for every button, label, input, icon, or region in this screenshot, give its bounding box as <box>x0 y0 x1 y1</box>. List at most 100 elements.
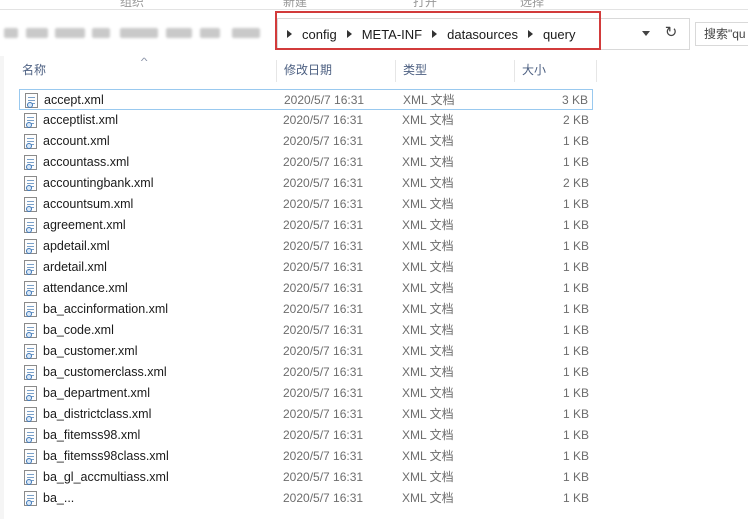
column-size[interactable]: 大小 <box>522 56 546 84</box>
file-name: ba_fitemss98class.xml <box>43 449 169 463</box>
file-row[interactable]: accountingbank.xml 2020/5/7 16:31 XML 文档 2 … <box>19 173 593 194</box>
ribbon-organize[interactable]: 组织 <box>120 0 144 9</box>
blurred-path <box>0 22 270 46</box>
crumb-datasources[interactable]: datasources <box>442 27 523 42</box>
file-row[interactable]: ba_accinformation.xml 2020/5/7 16:31 XML 文… <box>19 299 593 320</box>
refresh-icon[interactable]: ↻ <box>660 22 682 44</box>
file-row[interactable]: attendance.xml 2020/5/7 16:31 XML 文档 1 KB <box>19 278 593 299</box>
xml-file-icon <box>24 323 37 338</box>
file-row[interactable]: agreement.xml 2020/5/7 16:31 XML 文档 1 KB <box>19 215 593 236</box>
file-type: XML 文档 <box>402 134 454 148</box>
file-date: 2020/5/7 16:31 <box>283 449 364 463</box>
column-divider[interactable] <box>276 60 277 82</box>
file-type: XML 文档 <box>402 302 454 316</box>
file-name: ba_districtclass.xml <box>43 407 152 421</box>
file-date: 2020/5/7 16:31 <box>283 197 364 211</box>
chevron-right-icon[interactable] <box>287 30 292 38</box>
ribbon: 组织 新建 打开 选择 <box>0 0 748 10</box>
file-type: XML 文档 <box>402 176 454 190</box>
file-date: 2020/5/7 16:31 <box>283 113 364 127</box>
file-type: XML 文档 <box>402 449 454 463</box>
crumb-query[interactable]: query <box>538 27 581 42</box>
chevron-right-icon[interactable] <box>346 30 352 38</box>
file-size: 3 KB <box>561 93 588 107</box>
file-name: acceptlist.xml <box>43 113 119 127</box>
file-type: XML 文档 <box>402 428 454 442</box>
file-name: attendance.xml <box>43 281 128 295</box>
file-size: 2 KB <box>562 176 589 190</box>
file-date: 2020/5/7 16:31 <box>283 407 364 421</box>
file-size: 1 KB <box>562 302 589 316</box>
file-size: 1 KB <box>562 470 589 484</box>
file-size: 1 KB <box>562 323 589 337</box>
file-date: 2020/5/7 16:31 <box>283 260 364 274</box>
file-row[interactable]: accept.xml 2020/5/7 16:31 XML 文档 3 KB <box>19 89 593 110</box>
file-row[interactable]: accountass.xml 2020/5/7 16:31 XML 文档 1 KB <box>19 152 593 173</box>
file-row[interactable]: ba_gl_accmultiass.xml 2020/5/7 16:31 XML 文… <box>19 467 593 488</box>
column-header: ^ 名称 修改日期 类型 大小 <box>0 56 748 84</box>
file-row[interactable]: accountsum.xml 2020/5/7 16:31 XML 文档 1 KB <box>19 194 593 215</box>
file-name: accountsum.xml <box>43 197 134 211</box>
file-row[interactable]: ba_fitemss98.xml 2020/5/7 16:31 XML 文档 1 KB <box>19 425 593 446</box>
xml-file-icon <box>24 134 37 149</box>
xml-file-icon <box>24 428 37 443</box>
file-row[interactable]: ardetail.xml 2020/5/7 16:31 XML 文档 1 KB <box>19 257 593 278</box>
file-size: 1 KB <box>562 134 589 148</box>
column-divider[interactable] <box>395 60 396 82</box>
crumb-meta-inf[interactable]: META-INF <box>357 27 427 42</box>
file-date: 2020/5/7 16:31 <box>283 176 364 190</box>
xml-file-icon <box>24 449 37 464</box>
chevron-right-icon[interactable] <box>527 30 533 38</box>
file-type: XML 文档 <box>402 260 454 274</box>
file-name: accept.xml <box>44 93 104 107</box>
file-name: ba_customer.xml <box>43 344 138 358</box>
file-name: ba_accinformation.xml <box>43 302 169 316</box>
file-date: 2020/5/7 16:31 <box>283 365 364 379</box>
xml-file-icon <box>24 260 37 275</box>
file-name: ardetail.xml <box>43 260 107 274</box>
file-type: XML 文档 <box>403 93 455 107</box>
xml-file-icon <box>24 470 37 485</box>
chevron-down-icon <box>642 30 650 36</box>
file-row[interactable]: ba_customerclass.xml 2020/5/7 16:31 XML 文档… <box>19 362 593 383</box>
file-row[interactable]: ba_code.xml 2020/5/7 16:31 XML 文档 1 KB <box>19 320 593 341</box>
file-size: 1 KB <box>562 155 589 169</box>
xml-file-icon <box>24 281 37 296</box>
crumb-config[interactable]: config <box>297 27 342 42</box>
file-row[interactable]: ba_fitemss98class.xml 2020/5/7 16:31 XML 文… <box>19 446 593 467</box>
search-input[interactable]: 搜索"qu <box>695 22 748 46</box>
address-dropdown-button[interactable] <box>636 22 656 44</box>
file-type: XML 文档 <box>402 281 454 295</box>
ribbon-new[interactable]: 新建 <box>283 0 307 9</box>
column-name[interactable]: 名称 <box>22 56 46 84</box>
nav-pane-edge <box>0 56 4 519</box>
file-row[interactable]: ba_customer.xml 2020/5/7 16:31 XML 文档 1 KB <box>19 341 593 362</box>
sort-up-icon: ^ <box>140 56 148 66</box>
file-size: 1 KB <box>562 449 589 463</box>
column-date[interactable]: 修改日期 <box>284 56 332 84</box>
xml-file-icon <box>24 113 37 128</box>
file-row[interactable]: ba_districtclass.xml 2020/5/7 16:31 XML 文档… <box>19 404 593 425</box>
xml-file-icon <box>24 491 37 506</box>
file-row[interactable]: ba_department.xml 2020/5/7 16:31 XML 文档 1 K… <box>19 383 593 404</box>
ribbon-open[interactable]: 打开 <box>413 0 437 9</box>
file-size: 1 KB <box>562 344 589 358</box>
file-type: XML 文档 <box>402 491 454 505</box>
file-size: 1 KB <box>562 218 589 232</box>
column-divider[interactable] <box>596 60 597 82</box>
xml-file-icon <box>24 218 37 233</box>
file-type: XML 文档 <box>402 218 454 232</box>
file-name: ba_... <box>43 491 75 505</box>
file-size: 2 KB <box>562 113 589 127</box>
file-row[interactable]: account.xml 2020/5/7 16:31 XML 文档 1 KB <box>19 131 593 152</box>
file-row[interactable]: ba_... 2020/5/7 16:31 XML 文档 1 KB <box>19 488 593 509</box>
ribbon-select[interactable]: 选择 <box>520 0 544 9</box>
column-type[interactable]: 类型 <box>403 56 427 84</box>
file-date: 2020/5/7 16:31 <box>283 134 364 148</box>
column-divider[interactable] <box>514 60 515 82</box>
breadcrumb[interactable]: config META-INF datasources query <box>277 18 690 50</box>
file-row[interactable]: apdetail.xml 2020/5/7 16:31 XML 文档 1 KB <box>19 236 593 257</box>
file-row[interactable]: acceptlist.xml 2020/5/7 16:31 XML 文档 2 KB <box>19 110 593 131</box>
file-name: agreement.xml <box>43 218 126 232</box>
chevron-right-icon[interactable] <box>432 30 438 38</box>
